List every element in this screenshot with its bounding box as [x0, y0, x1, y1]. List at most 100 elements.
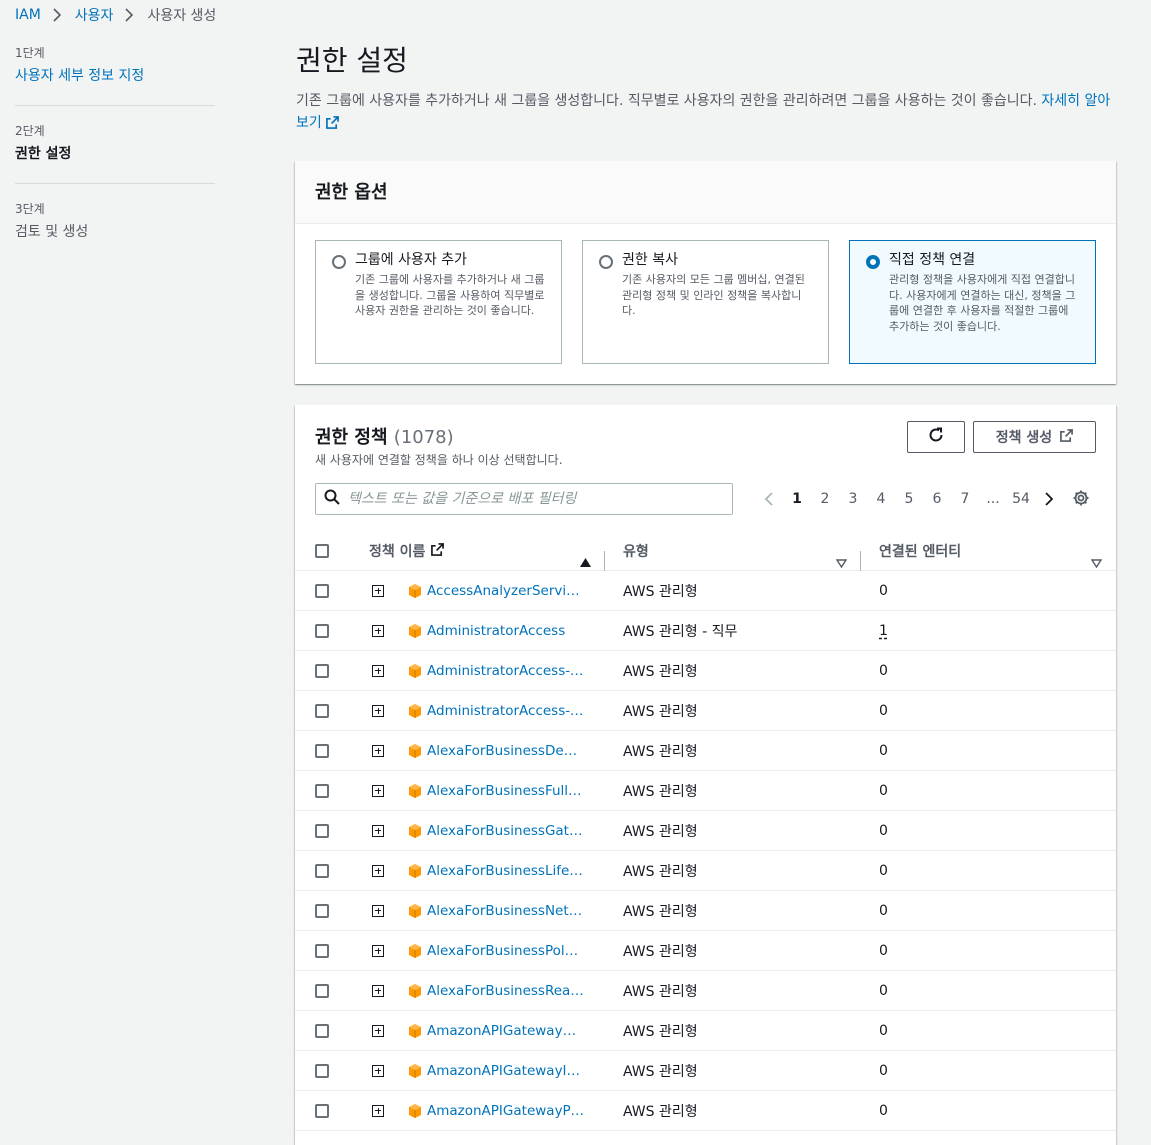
policy-name-link[interactable]: AmazonAPIGatewayInvokeFullAccess	[427, 1063, 585, 1079]
attached-entities: 0	[861, 1103, 1116, 1119]
page-2[interactable]: 2	[811, 491, 839, 507]
policy-name-link[interactable]: AccessAnalyzerServiceRolePolicy	[427, 583, 585, 599]
sort-icon[interactable]	[835, 556, 848, 572]
search-input[interactable]	[348, 491, 718, 507]
policy-name-link[interactable]: AdministratorAccess-AWSElasticBeanstalk	[427, 703, 585, 719]
page-5[interactable]: 5	[895, 491, 923, 507]
step-number: 3단계	[15, 202, 45, 216]
page-description: 기존 그룹에 사용자를 추가하거나 새 그룹을 생성합니다. 직무별로 사용자의…	[296, 90, 1121, 136]
row-checkbox[interactable]	[315, 783, 329, 798]
create-policy-button[interactable]: 정책 생성	[973, 421, 1096, 453]
row-checkbox-cell	[295, 1103, 349, 1118]
entities-count: 0	[879, 1102, 888, 1119]
policy-name-cell: AlexaForBusinessGatewayExecution	[407, 823, 605, 839]
expand-icon[interactable]	[349, 1104, 407, 1117]
next-page-icon[interactable]	[1035, 492, 1063, 506]
policy-name-cell: AdministratorAccess	[407, 623, 605, 639]
option-tile-attach-policies[interactable]: 직접 정책 연결 관리형 정책을 사용자에게 직접 연결합니다. 사용자에게 연…	[849, 240, 1096, 364]
expand-icon[interactable]	[349, 624, 407, 637]
step-link-user-details[interactable]: 사용자 세부 정보 지정	[15, 65, 215, 87]
expand-icon[interactable]	[349, 664, 407, 677]
option-tile-copy-permissions[interactable]: 권한 복사 기존 사용자의 모든 그룹 멤버십, 연결된 관리형 정책 및 인라…	[582, 240, 829, 364]
page-54[interactable]: 54	[1007, 491, 1035, 507]
policy-name-link[interactable]: AlexaForBusinessLifesizeDelegatedAccessP…	[427, 863, 585, 879]
page-6[interactable]: 6	[923, 491, 951, 507]
breadcrumb-iam[interactable]: IAM	[15, 7, 41, 23]
expand-icon[interactable]	[349, 784, 407, 797]
row-checkbox[interactable]	[315, 623, 329, 638]
expand-icon[interactable]	[349, 944, 407, 957]
breadcrumb-users[interactable]: 사용자	[75, 5, 114, 25]
table-row: AlexaForBusinessPolyDelegatedAccessPolic…	[295, 931, 1116, 971]
expand-icon[interactable]	[349, 704, 407, 717]
radio-button[interactable]	[332, 255, 346, 269]
radio-button[interactable]	[599, 255, 613, 269]
row-checkbox[interactable]	[315, 743, 329, 758]
page-7[interactable]: 7	[951, 491, 979, 507]
column-header-type[interactable]: 유형	[605, 541, 861, 571]
attached-entities: 0	[861, 703, 1116, 719]
permission-options-panel: 권한 옵션 그룹에 사용자 추가 기존 그룹에 사용자를 추가하거나 새 그룹을…	[295, 161, 1116, 384]
policy-name-link[interactable]: AmazonAPIGatewayAdministrator	[427, 1023, 585, 1039]
select-all-checkbox[interactable]	[315, 544, 329, 558]
column-header-entities[interactable]: 연결된 엔터티	[861, 541, 1116, 569]
table-row: AmazonAPIGatewayPushToCloudWatchLogs AWS …	[295, 1091, 1116, 1131]
policy-name-link[interactable]: AdministratorAccess-Amplify	[427, 663, 585, 679]
expand-icon[interactable]	[349, 984, 407, 997]
expand-icon[interactable]	[349, 584, 407, 597]
entities-count: 0	[879, 822, 888, 839]
page-ellipsis: ...	[986, 491, 1000, 507]
refresh-button[interactable]	[907, 421, 965, 453]
expand-icon[interactable]	[349, 824, 407, 837]
table-row: AdministratorAccess-Amplify AWS 관리형 0	[295, 651, 1116, 691]
policy-type: AWS 관리형	[623, 983, 698, 1000]
policy-name-cell: AlexaForBusinessNetworkProfileServicePol…	[407, 903, 605, 919]
sort-ascending-icon[interactable]	[580, 555, 591, 571]
row-checkbox[interactable]	[315, 1023, 329, 1038]
row-checkbox[interactable]	[315, 1063, 329, 1078]
policy-cube-icon	[407, 823, 423, 839]
row-checkbox[interactable]	[315, 663, 329, 678]
gear-icon[interactable]	[1072, 489, 1090, 511]
row-checkbox[interactable]	[315, 983, 329, 998]
policy-type: AWS 관리형	[623, 583, 698, 600]
row-checkbox[interactable]	[315, 703, 329, 718]
expand-icon[interactable]	[349, 1024, 407, 1037]
policy-cube-icon	[407, 943, 423, 959]
attached-entities: 0	[861, 783, 1116, 799]
option-tile-add-to-group[interactable]: 그룹에 사용자 추가 기존 그룹에 사용자를 추가하거나 새 그룹을 생성합니다…	[315, 240, 562, 364]
entities-count: 0	[879, 582, 888, 599]
prev-page-icon[interactable]	[755, 492, 783, 506]
expand-icon[interactable]	[349, 1064, 407, 1077]
page-1[interactable]: 1	[783, 491, 811, 507]
policy-name-link[interactable]: AmazonAPIGatewayPushToCloudWatchLogs	[427, 1103, 585, 1119]
row-checkbox[interactable]	[315, 583, 329, 598]
policy-name-link[interactable]: AlexaForBusinessNetworkProfileServicePol…	[427, 903, 585, 919]
policy-name-link[interactable]: AlexaForBusinessGatewayExecution	[427, 823, 585, 839]
entities-count[interactable]: 1	[879, 623, 888, 639]
policy-name-link[interactable]: AlexaForBusinessPolyDelegatedAccessPolic…	[427, 943, 585, 959]
column-header-name[interactable]: 정책 이름	[349, 541, 605, 571]
policy-type: AWS 관리형	[623, 703, 698, 720]
radio-button-selected[interactable]	[866, 255, 880, 269]
policy-name-cell: AmazonAPIGatewayInvokeFullAccess	[407, 1063, 605, 1079]
policies-count: (1078)	[393, 427, 454, 448]
expand-icon[interactable]	[349, 864, 407, 877]
policy-name-link[interactable]: AlexaForBusinessFullAccess	[427, 783, 585, 799]
expand-icon[interactable]	[349, 744, 407, 757]
page-4[interactable]: 4	[867, 491, 895, 507]
expand-icon[interactable]	[349, 904, 407, 917]
row-checkbox[interactable]	[315, 823, 329, 838]
sort-icon[interactable]	[1090, 556, 1103, 572]
row-checkbox[interactable]	[315, 903, 329, 918]
policy-name-link[interactable]: AdministratorAccess	[427, 623, 585, 639]
policy-name-link[interactable]: AlexaForBusinessDeviceSetup	[427, 743, 585, 759]
policy-type: AWS 관리형	[623, 663, 698, 680]
page-3[interactable]: 3	[839, 491, 867, 507]
policy-cube-icon	[407, 903, 423, 919]
row-checkbox[interactable]	[315, 863, 329, 878]
row-checkbox[interactable]	[315, 1103, 329, 1118]
attached-entities: 0	[861, 983, 1116, 999]
row-checkbox[interactable]	[315, 943, 329, 958]
policy-name-link[interactable]: AlexaForBusinessReadOnlyAccess	[427, 983, 585, 999]
